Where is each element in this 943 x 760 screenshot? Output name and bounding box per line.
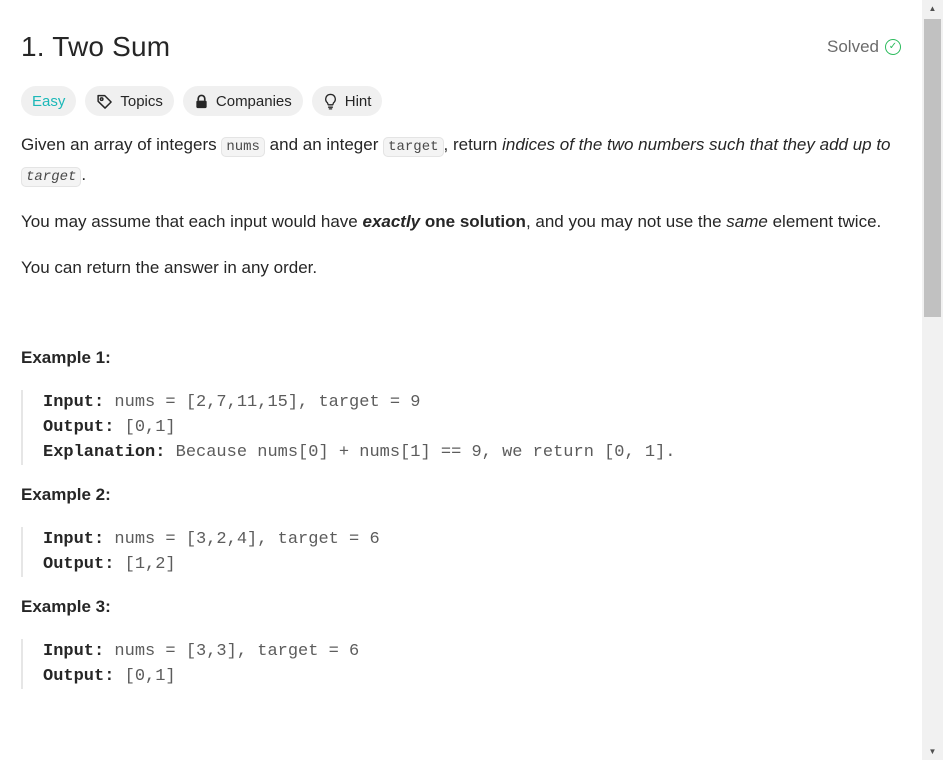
example-input-line: Input: nums = [2,7,11,15], target = 9 — [43, 390, 901, 415]
input-value: nums = [2,7,11,15], target = 9 — [104, 393, 421, 412]
example-input-line: Input: nums = [3,2,4], target = 6 — [43, 527, 901, 552]
companies-label: Companies — [215, 92, 292, 110]
input-label: Input: — [43, 530, 105, 549]
description-paragraph-2: You may assume that each input would hav… — [21, 208, 901, 236]
explanation-label: Explanation: — [43, 443, 166, 462]
topics-label: Topics — [120, 92, 163, 110]
topics-button[interactable]: Topics — [85, 86, 174, 116]
emphasis-text: indices of the two numbers such that the… — [502, 135, 891, 154]
code-target: target — [383, 137, 444, 157]
explanation-value: Because nums[0] + nums[1] == 9, we retur… — [165, 443, 676, 462]
title-row: 1. Two Sum Solved ✓ — [21, 29, 901, 65]
text-run: . — [81, 165, 87, 184]
problem-title[interactable]: 1. Two Sum — [21, 31, 170, 63]
output-label: Output: — [43, 555, 115, 574]
text-run: You may assume that each input would hav… — [21, 212, 363, 231]
scroll-up-arrow-icon[interactable]: ▲ — [922, 0, 943, 17]
example-input-line: Input: nums = [3,3], target = 6 — [43, 639, 901, 664]
example-output-line: Output: [0,1] — [43, 664, 901, 689]
input-label: Input: — [43, 642, 105, 661]
emphasis-text: same — [726, 212, 768, 231]
hint-label: Hint — [344, 92, 372, 110]
input-label: Input: — [43, 393, 105, 412]
example-3-title: Example 3: — [21, 597, 111, 616]
tag-icon — [96, 93, 113, 110]
input-value: nums = [3,3], target = 6 — [104, 642, 360, 661]
text-run: , return — [443, 135, 503, 154]
bold-text: one solution — [420, 212, 526, 231]
code-target-italic: target — [21, 167, 82, 187]
difficulty-label: Easy — [32, 92, 66, 110]
lock-icon — [194, 94, 209, 109]
example-1-title: Example 1: — [21, 348, 111, 367]
code-nums: nums — [221, 137, 265, 157]
example-1-block: Input: nums = [2,7,11,15], target = 9 Out… — [21, 390, 901, 465]
difficulty-badge: Easy — [21, 86, 77, 116]
scrollbar-thumb[interactable] — [924, 19, 941, 317]
example-output-line: Output: [1,2] — [43, 552, 901, 577]
description-paragraph-3: You can return the answer in any order. — [21, 258, 318, 277]
text-run: , and you may not use the — [525, 212, 727, 231]
example-2-block: Input: nums = [3,2,4], target = 6 Output:… — [21, 527, 901, 577]
check-circle-icon: ✓ — [885, 39, 901, 55]
lightbulb-icon — [323, 93, 338, 110]
output-value: [1,2] — [114, 555, 176, 574]
bold-italic-text: exactly — [362, 212, 421, 231]
example-output-line: Output: [0,1] — [43, 415, 901, 440]
text-run: Given an array of integers — [21, 135, 222, 154]
tag-row: Easy Topics Companies Hint — [21, 86, 901, 116]
scroll-down-arrow-icon[interactable]: ▼ — [922, 743, 943, 760]
text-run: and an integer — [264, 135, 384, 154]
problem-description-panel: 1. Two Sum Solved ✓ Easy Topics Companie… — [0, 0, 922, 760]
output-value: [0,1] — [114, 667, 176, 686]
solved-status[interactable]: Solved ✓ — [827, 37, 901, 57]
example-3-block: Input: nums = [3,3], target = 6 Output: [… — [21, 639, 901, 689]
description-paragraph-1: Given an array of integers nums and an i… — [21, 131, 901, 191]
companies-button[interactable]: Companies — [182, 86, 303, 116]
hint-button[interactable]: Hint — [311, 86, 383, 116]
example-2-title: Example 2: — [21, 485, 111, 504]
output-label: Output: — [43, 418, 115, 437]
output-label: Output: — [43, 667, 115, 686]
solved-label: Solved — [827, 37, 879, 56]
example-explanation-line: Explanation: Because nums[0] + nums[1] =… — [43, 440, 901, 465]
output-value: [0,1] — [114, 418, 176, 437]
input-value: nums = [3,2,4], target = 6 — [104, 530, 380, 549]
text-run: element twice. — [767, 212, 882, 231]
vertical-scrollbar[interactable]: ▲ ▼ — [922, 0, 943, 760]
